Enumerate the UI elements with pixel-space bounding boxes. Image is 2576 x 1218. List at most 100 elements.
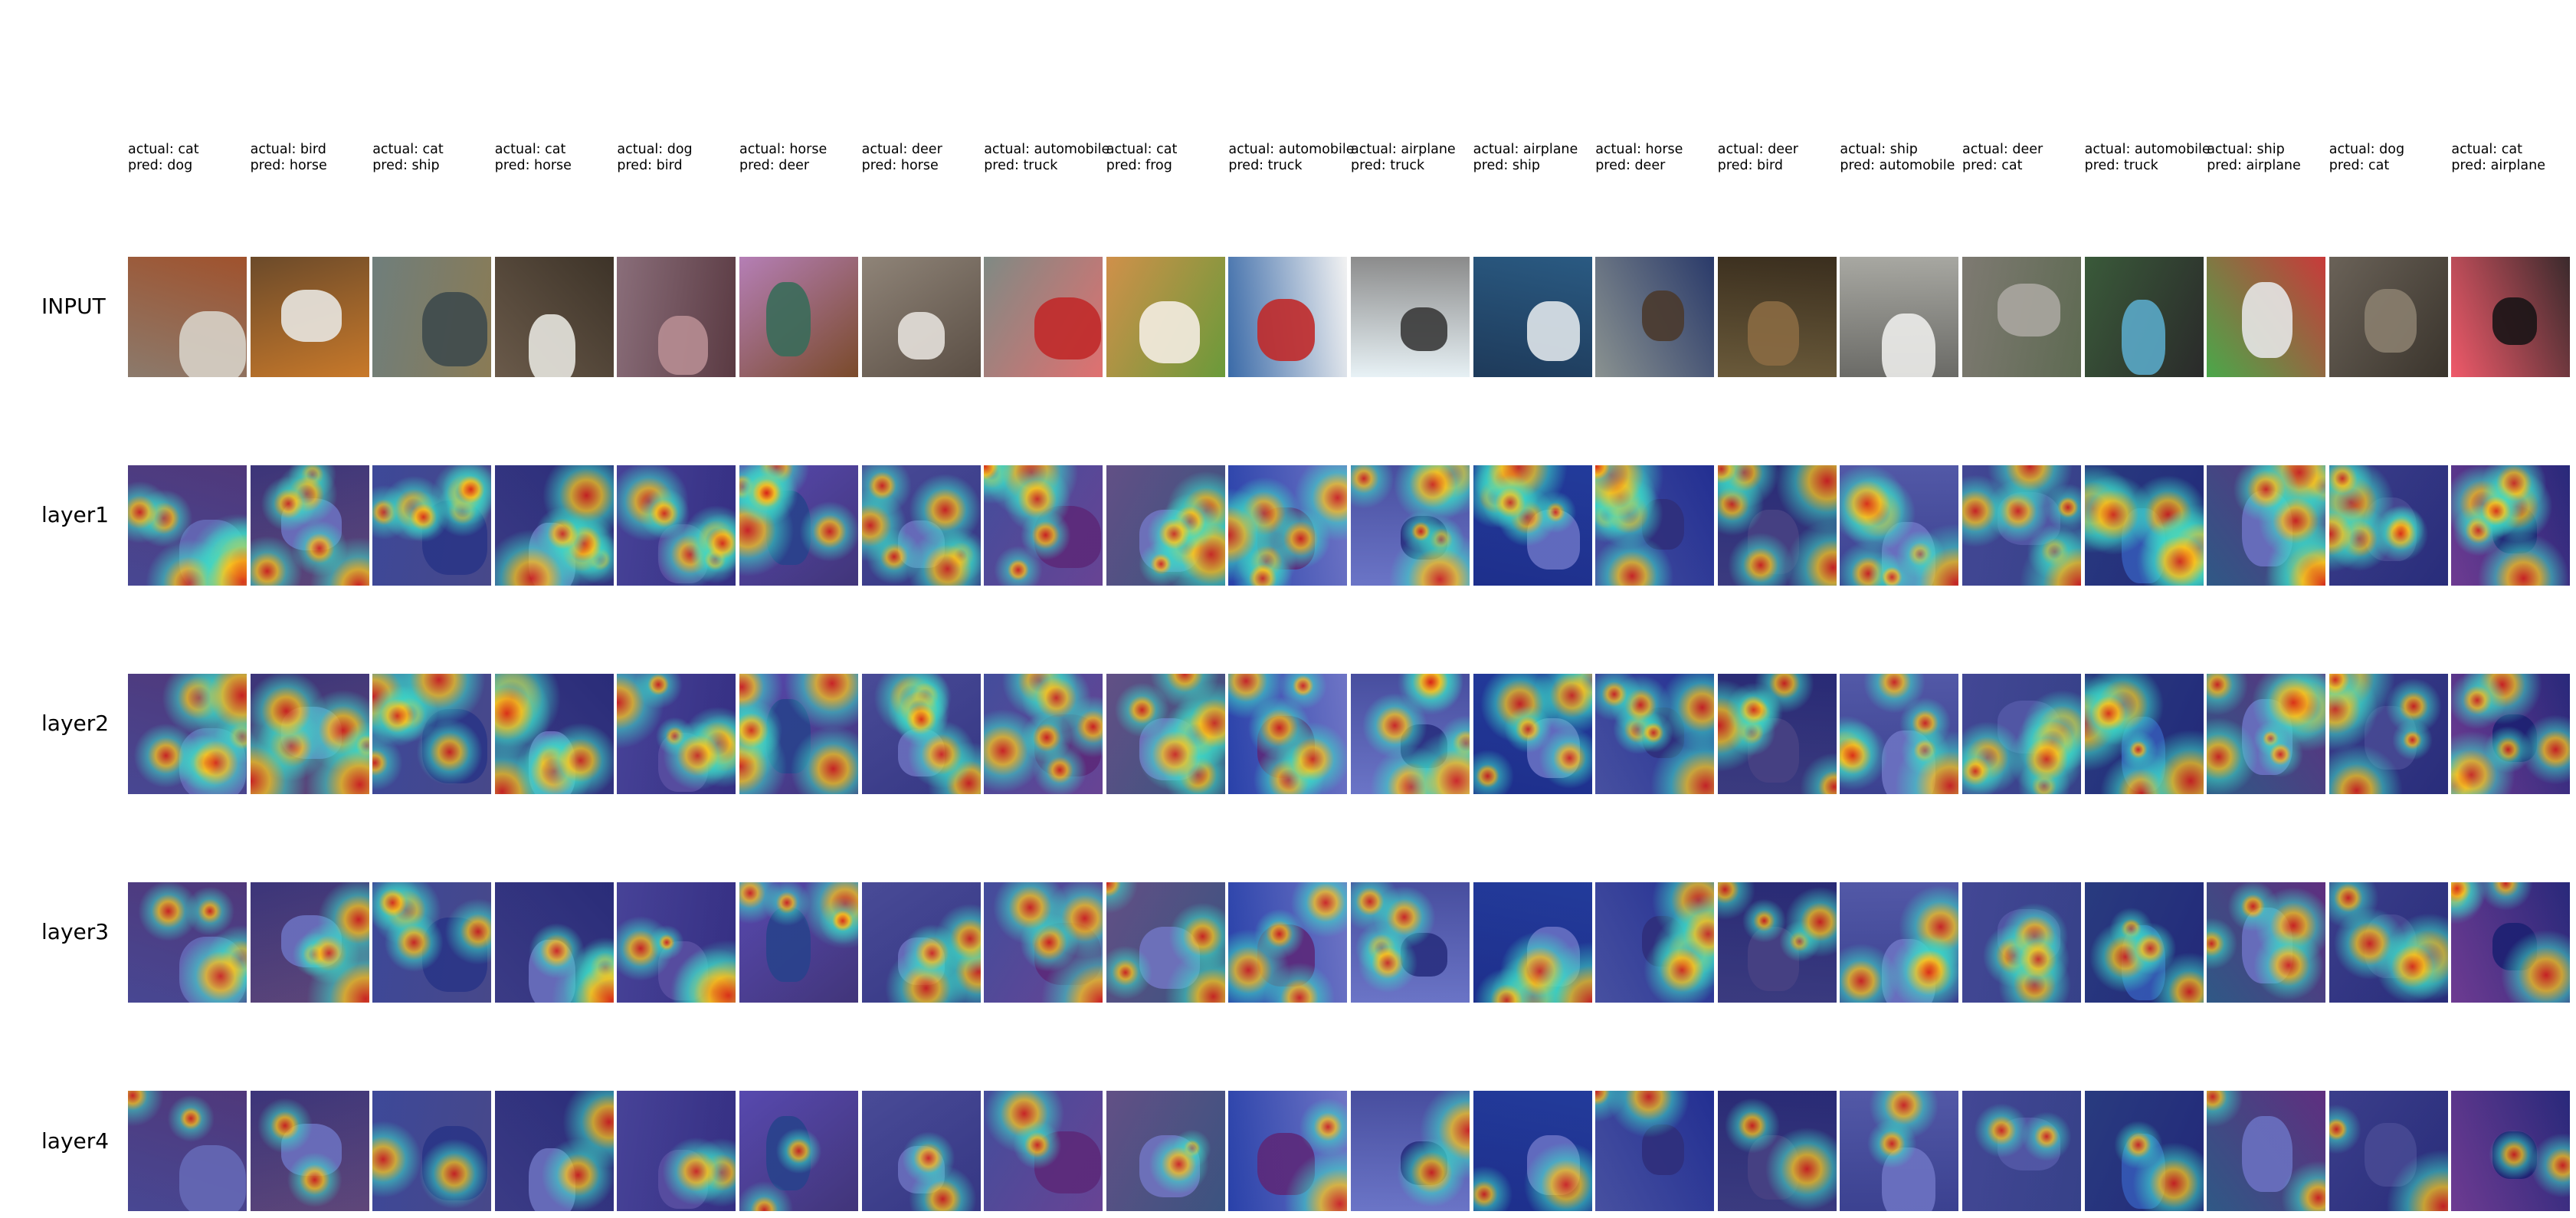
image-subject [280, 290, 342, 343]
heatmap-image [1595, 465, 1716, 586]
heatmap-image [1840, 882, 1961, 1003]
activation-overlay [1351, 674, 1470, 794]
heatmap-image [984, 465, 1105, 586]
heatmap-image [861, 1091, 982, 1211]
column-caption: actual: cat pred: horse [495, 142, 616, 174]
image-subject [658, 315, 708, 375]
column-caption: actual: horse pred: deer [739, 142, 860, 174]
heatmap-image [1717, 1091, 1838, 1211]
heatmap-image [1228, 674, 1349, 794]
heatmap-image [1595, 674, 1716, 794]
heatmap-image [739, 465, 860, 586]
activation-overlay [739, 1091, 858, 1211]
caption-actual: actual: airplane [1473, 142, 1578, 157]
activation-overlay [2451, 1091, 2571, 1211]
activation-overlay [1228, 1091, 1348, 1211]
heatmap-image [1228, 465, 1349, 586]
input-image [128, 257, 248, 377]
activation-overlay [128, 1091, 247, 1211]
heatmap-image [984, 674, 1105, 794]
input-image [1351, 257, 1471, 377]
activation-overlay [1840, 674, 1959, 794]
heatmap-image [1595, 882, 1716, 1003]
activation-overlay [1840, 882, 1959, 1003]
column-caption: actual: automobile pred: truck [2084, 142, 2211, 174]
heatmap-image [1351, 1091, 1471, 1211]
caption-actual: actual: ship [2207, 142, 2285, 157]
activation-overlay [1595, 674, 1715, 794]
activation-overlay [1228, 674, 1348, 794]
heatmap-image [2451, 882, 2572, 1003]
caption-actual: actual: cat [1106, 142, 1178, 157]
activation-overlay [984, 1091, 1103, 1211]
caption-pred: pred: automobile [1840, 158, 1955, 173]
heatmap-image [1473, 674, 1594, 794]
caption-pred: pred: truck [1228, 158, 1303, 173]
heatmap-image [1228, 882, 1349, 1003]
activation-overlay [250, 1091, 369, 1211]
column-caption: actual: ship pred: airplane [2207, 142, 2328, 174]
activation-overlay [1962, 465, 2081, 586]
caption-actual: actual: cat [2451, 142, 2522, 157]
heatmap-image [2207, 465, 2328, 586]
caption-actual: actual: ship [1840, 142, 1918, 157]
activation-overlay [861, 465, 981, 586]
heatmap-image [1962, 465, 2083, 586]
image-subject [528, 314, 576, 377]
column-caption: actual: cat pred: frog [1106, 142, 1227, 174]
activation-overlay [617, 882, 736, 1003]
heatmap-image [1106, 674, 1227, 794]
column-caption: actual: horse pred: deer [1595, 142, 1716, 174]
heatmap-image [1106, 882, 1227, 1003]
caption-pred: pred: ship [1473, 158, 1541, 173]
caption-pred: pred: dog [128, 158, 193, 173]
caption-actual: actual: automobile [1228, 142, 1355, 157]
heatmap-image [617, 465, 738, 586]
heatmap-image [617, 1091, 738, 1211]
activation-overlay [984, 882, 1103, 1003]
activation-overlay [1717, 882, 1837, 1003]
activation-overlay [2084, 882, 2204, 1003]
activation-overlay [1106, 882, 1225, 1003]
heatmap-image [494, 674, 615, 794]
heatmap-image [1351, 674, 1471, 794]
activation-overlay [128, 882, 247, 1003]
caption-pred: pred: airplane [2207, 158, 2301, 173]
caption-pred: pred: truck [1351, 158, 1425, 173]
column-caption: actual: automobile pred: truck [1228, 142, 1355, 174]
column-caption: actual: cat pred: airplane [2451, 142, 2572, 174]
heatmap-image [1228, 1091, 1349, 1211]
activation-overlay [1351, 465, 1470, 586]
caption-pred: pred: bird [1717, 158, 1784, 173]
column-caption: actual: ship pred: automobile [1840, 142, 1961, 174]
heatmap-image [2451, 1091, 2572, 1211]
heatmap-image [128, 882, 248, 1003]
activation-overlay [2451, 674, 2571, 794]
activation-overlay [1962, 1091, 2081, 1211]
heatmap-image [2329, 1091, 2450, 1211]
caption-pred: pred: horse [250, 158, 327, 173]
caption-pred: pred: horse [494, 158, 572, 173]
activation-overlay [2207, 1091, 2326, 1211]
activation-overlay [1595, 882, 1715, 1003]
column-caption: actual: dog pred: cat [2329, 142, 2450, 174]
caption-actual: actual: cat [494, 142, 566, 157]
heatmap-image [494, 465, 615, 586]
activation-overlay [1473, 1091, 1592, 1211]
activation-overlay [2207, 465, 2326, 586]
activation-overlay [1962, 674, 2081, 794]
image-subject [1526, 301, 1581, 362]
activation-overlay [372, 465, 492, 586]
activation-overlay [2329, 674, 2448, 794]
heatmap-image [1962, 882, 2083, 1003]
caption-pred: pred: cat [2329, 158, 2390, 173]
heatmap-image [250, 1091, 371, 1211]
heatmap-image [1106, 1091, 1227, 1211]
heatmap-image [1962, 674, 2083, 794]
caption-pred: pred: airplane [2451, 158, 2545, 173]
heatmap-image [739, 1091, 860, 1211]
input-image [1962, 257, 2083, 377]
caption-pred: pred: truck [2084, 158, 2158, 173]
heatmap-image [494, 882, 615, 1003]
input-image [1840, 257, 1961, 377]
